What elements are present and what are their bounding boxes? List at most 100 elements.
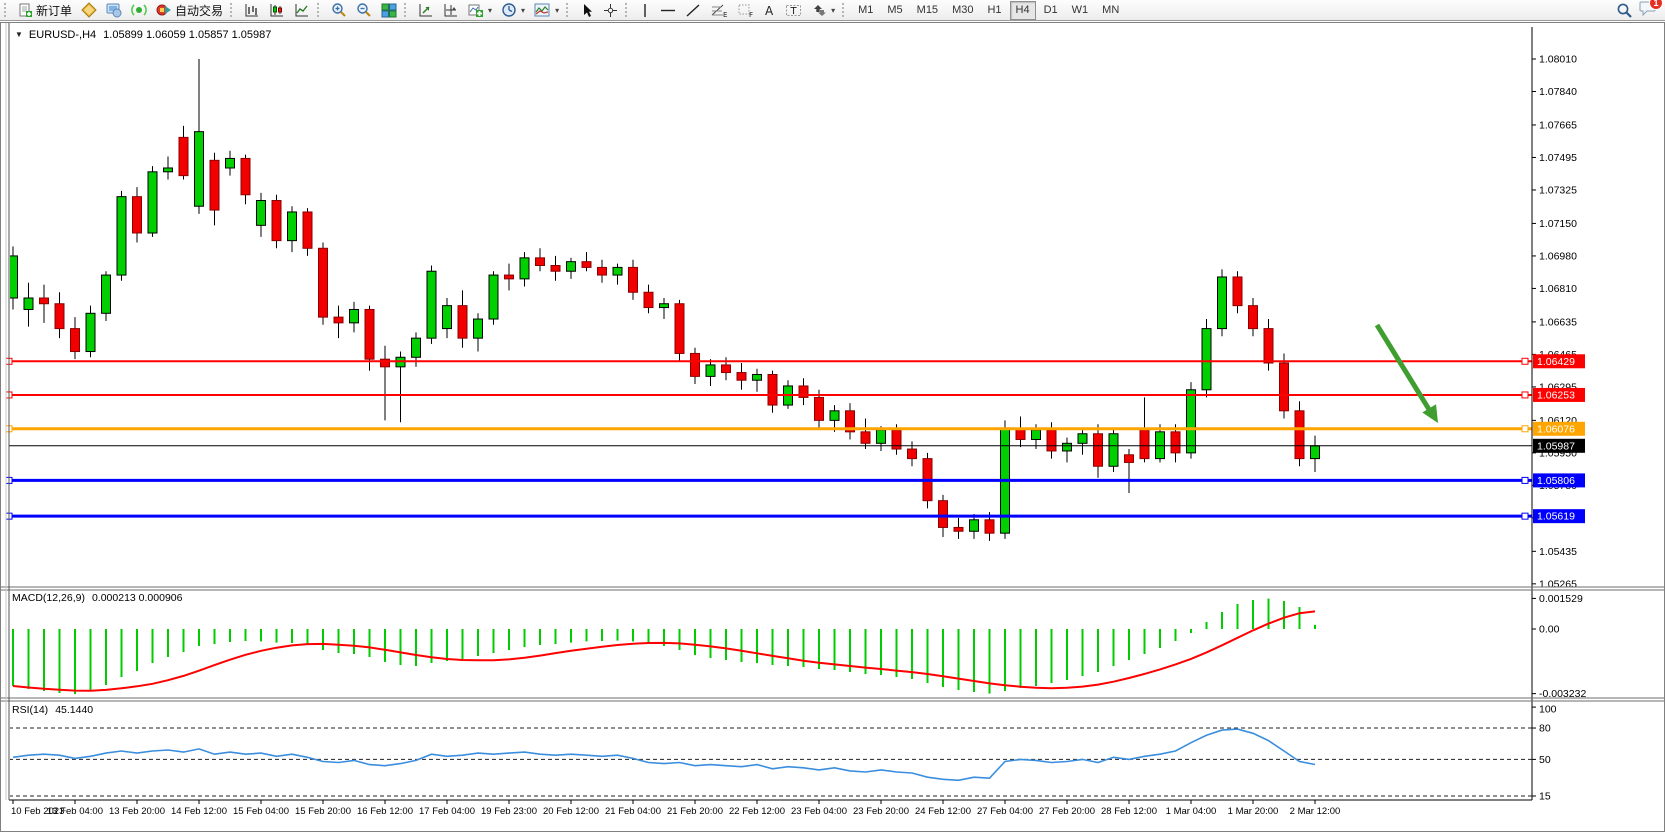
indicator-list-button[interactable] <box>414 0 438 21</box>
trend-line-button[interactable] <box>681 0 705 21</box>
search-icon[interactable] <box>1616 2 1633 19</box>
svg-text:22 Feb 12:00: 22 Feb 12:00 <box>729 806 785 817</box>
vertical-line-icon <box>639 3 651 18</box>
signal-button[interactable] <box>127 0 151 21</box>
notification-badge: 1 <box>1649 0 1663 10</box>
svg-text:1.05435: 1.05435 <box>1539 546 1577 558</box>
rsi-value: 45.1440 <box>55 704 93 716</box>
candle-chart-button[interactable] <box>265 0 289 21</box>
svg-text:0.001529: 0.001529 <box>1539 593 1583 605</box>
new-order-button[interactable]: 新订单 <box>14 0 76 21</box>
svg-text:23 Feb 20:00: 23 Feb 20:00 <box>853 806 909 817</box>
dropdown-caret: ▾ <box>521 6 525 15</box>
line-chart-button[interactable] <box>290 0 314 21</box>
timeframe-w1-button[interactable]: W1 <box>1066 1 1095 20</box>
mt4-window: 新订单 <box>0 0 1665 837</box>
toolbar-grip[interactable] <box>625 3 632 17</box>
period-button[interactable]: ▾ <box>497 0 529 21</box>
svg-text:16 Feb 12:00: 16 Feb 12:00 <box>357 806 413 817</box>
crosshair-icon <box>603 3 618 18</box>
arrows-icon <box>811 3 827 18</box>
svg-text:1.07325: 1.07325 <box>1539 184 1577 196</box>
svg-text:1.07495: 1.07495 <box>1539 152 1577 164</box>
timeframe-m30-button[interactable]: M30 <box>946 1 979 20</box>
arrows-button[interactable]: ▾ <box>807 0 839 21</box>
toolbar-grip[interactable] <box>4 3 11 17</box>
svg-text:100: 100 <box>1539 704 1557 716</box>
price-level-badge: 1.05806 <box>1533 473 1585 487</box>
text-button[interactable]: A <box>759 0 780 21</box>
tile-windows-button[interactable] <box>377 0 401 21</box>
zoom-in-button[interactable] <box>327 0 351 21</box>
toolbar-grip[interactable] <box>566 3 573 17</box>
template-icon <box>534 3 551 18</box>
svg-text:1.05987: 1.05987 <box>1537 440 1575 452</box>
rsi-name: RSI(14) <box>12 704 48 716</box>
timeframe-m15-button[interactable]: M15 <box>911 1 944 20</box>
svg-text:23 Feb 04:00: 23 Feb 04:00 <box>791 806 847 817</box>
vertical-line-button[interactable] <box>635 0 655 21</box>
bar-chart-button[interactable] <box>240 0 264 21</box>
svg-text:27 Feb 20:00: 27 Feb 20:00 <box>1039 806 1095 817</box>
svg-text:2 Mar 12:00: 2 Mar 12:00 <box>1290 806 1341 817</box>
timeframe-m5-button[interactable]: M5 <box>881 1 908 20</box>
price-level-badge: 1.06429 <box>1533 354 1585 368</box>
autotrading-button[interactable]: 自动交易 <box>152 0 227 21</box>
collapse-icon[interactable]: ▼ <box>15 30 23 39</box>
timeframe-m1-button[interactable]: M1 <box>852 1 879 20</box>
indicator-window-button[interactable] <box>439 0 463 21</box>
cursor-button[interactable] <box>576 0 598 21</box>
dropdown-caret: ▾ <box>555 6 559 15</box>
timeframe-d1-button[interactable]: D1 <box>1038 1 1064 20</box>
terminal-button[interactable] <box>102 0 126 21</box>
fibonacci-button[interactable]: E <box>706 0 732 21</box>
chart-title: ▼EURUSD-,H41.05899 1.06059 1.05857 1.059… <box>15 29 271 41</box>
main-toolbar: 新订单 <box>0 0 1665 21</box>
crosshair-button[interactable] <box>599 0 622 21</box>
toolbar-grip[interactable] <box>404 3 411 17</box>
period-icon <box>501 2 517 18</box>
add-indicator-icon <box>468 3 484 18</box>
svg-text:80: 80 <box>1539 723 1551 735</box>
chart-symbol-period: EURUSD-,H4 <box>29 29 96 41</box>
add-indicator-button[interactable]: ▾ <box>464 0 496 21</box>
timeframe-toolbar: M1M5M15M30H1H4D1W1MN <box>852 1 1125 20</box>
indicator-window-icon <box>443 3 459 18</box>
svg-text:1.06429: 1.06429 <box>1537 356 1575 368</box>
toolbar-grip[interactable] <box>230 3 237 17</box>
svg-text:1.06635: 1.06635 <box>1539 316 1577 328</box>
horizontal-line-button[interactable] <box>656 0 680 21</box>
svg-text:1.06253: 1.06253 <box>1537 389 1575 401</box>
text-label-button[interactable]: T <box>781 0 806 21</box>
timeframe-h1-button[interactable]: H1 <box>981 1 1007 20</box>
toolbar-grip[interactable] <box>842 3 849 17</box>
chart-window: 1.080101.078401.076651.074951.073251.071… <box>0 22 1665 832</box>
zoom-in-icon <box>331 2 347 18</box>
dropdown-caret: ▾ <box>831 6 835 15</box>
svg-text:14 Feb 12:00: 14 Feb 12:00 <box>171 806 227 817</box>
timeframe-h4-button[interactable]: H4 <box>1010 1 1036 20</box>
chart-canvas[interactable]: 1.080101.078401.076651.074951.073251.071… <box>1 23 1664 831</box>
macd-indicator-label: MACD(12,26,9)0.000213 0.000906 <box>12 592 182 604</box>
zoom-out-icon <box>356 2 372 18</box>
svg-text:1.06076: 1.06076 <box>1537 423 1575 435</box>
svg-text:T: T <box>790 6 798 17</box>
metaeditor-button[interactable] <box>77 0 101 21</box>
template-button[interactable]: ▾ <box>530 0 563 21</box>
rsi-indicator-label: RSI(14) 45.1440 <box>12 704 93 716</box>
text-icon: A <box>763 3 776 18</box>
toolbar-grip[interactable] <box>317 3 324 17</box>
equidistant-channel-button[interactable]: F <box>733 0 758 21</box>
dropdown-caret: ▾ <box>488 6 492 15</box>
fibonacci-icon: E <box>710 3 728 18</box>
candle-chart-icon <box>269 3 285 18</box>
text-label-icon: T <box>785 3 802 18</box>
svg-text:1.07840: 1.07840 <box>1539 86 1577 98</box>
timeframe-mn-button[interactable]: MN <box>1096 1 1125 20</box>
svg-text:15: 15 <box>1539 791 1551 803</box>
svg-text:27 Feb 04:00: 27 Feb 04:00 <box>977 806 1033 817</box>
chat-button[interactable]: 1 <box>1639 0 1657 21</box>
svg-text:13 Feb 20:00: 13 Feb 20:00 <box>109 806 165 817</box>
svg-text:50: 50 <box>1539 754 1551 766</box>
zoom-out-button[interactable] <box>352 0 376 21</box>
